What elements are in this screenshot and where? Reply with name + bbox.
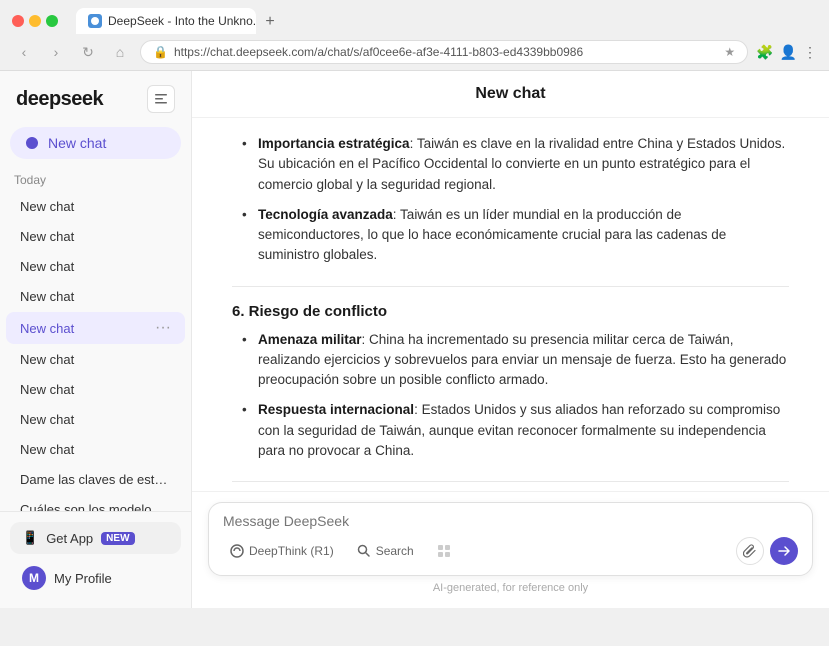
tab-title: DeepSeek - Into the Unkno... (108, 14, 256, 28)
new-chat-button[interactable]: New chat (10, 127, 181, 159)
sidebar-item-label: New chat (20, 382, 171, 397)
url-text: https://chat.deepseek.com/a/chat/s/af0ce… (174, 45, 718, 59)
sidebar-item[interactable]: New chat (6, 405, 185, 434)
sidebar-item-label: New chat (20, 442, 171, 457)
grid-icon-button[interactable] (430, 539, 458, 563)
sidebar-item-label: New chat (20, 412, 171, 427)
get-app-label: Get App (46, 531, 93, 546)
bullet-item: Importancia estratégica: Taiwán es clave… (242, 134, 789, 195)
send-button[interactable] (770, 537, 798, 565)
back-button[interactable]: ‹ (12, 40, 36, 64)
sidebar-item-label: New chat (20, 229, 171, 244)
content-section-strategic: Importancia estratégica: Taiwán es clave… (232, 134, 789, 266)
sidebar-item-label: New chat (20, 259, 171, 274)
menu-icon[interactable]: ⋮ (803, 44, 817, 61)
section-heading: 6. Riesgo de conflicto (232, 303, 789, 320)
section-divider (232, 286, 789, 287)
refresh-button[interactable]: ↻ (76, 40, 100, 64)
minimize-button[interactable] (29, 15, 41, 27)
sidebar-item[interactable]: New chat (6, 282, 185, 311)
attach-button[interactable] (736, 537, 764, 565)
sidebar-item[interactable]: New chat (6, 192, 185, 221)
tab-favicon (88, 14, 102, 28)
input-box: DeepThink (R1) Search (208, 502, 813, 576)
message-input[interactable] (223, 513, 798, 529)
maximize-button[interactable] (46, 15, 58, 27)
forward-button[interactable]: › (44, 40, 68, 64)
bullet-item: Tecnología avanzada: Taiwán es un líder … (242, 205, 789, 266)
sidebar-toggle-button[interactable] (147, 85, 175, 113)
bullet-item: Amenaza militar: China ha incrementado s… (242, 330, 789, 391)
home-button[interactable]: ⌂ (108, 40, 132, 64)
sidebar-items-list: New chat New chat New chat New chat New … (0, 191, 191, 511)
sidebar-item-label: New chat (20, 321, 155, 336)
deep-think-label: DeepThink (R1) (249, 544, 334, 558)
sidebar-item[interactable]: New chat (6, 252, 185, 281)
search-button[interactable]: Search (350, 539, 420, 563)
ai-disclaimer: AI-generated, for reference only (208, 582, 813, 594)
profile-icon[interactable]: 👤 (780, 44, 797, 61)
deep-think-button[interactable]: DeepThink (R1) (223, 539, 340, 563)
sidebar: deepseek New chat Today New chat New cha… (0, 71, 192, 608)
content-section-conflict: 6. Riesgo de conflicto Amenaza militar: … (232, 303, 789, 462)
sidebar-item[interactable]: New chat (6, 222, 185, 251)
extensions-icon[interactable]: 🧩 (756, 44, 773, 61)
profile-label: My Profile (54, 571, 112, 586)
sidebar-item[interactable]: New chat (6, 345, 185, 374)
sidebar-item-label: New chat (20, 289, 171, 304)
sidebar-item[interactable]: New chat (6, 435, 185, 464)
phone-icon: 📱 (22, 530, 38, 546)
app-logo: deepseek (16, 88, 103, 111)
sidebar-item-active[interactable]: New chat ··· (6, 312, 185, 344)
item-options-icon[interactable]: ··· (155, 319, 171, 337)
main-content: New chat Importancia estratégica: Taiwán… (192, 71, 829, 608)
new-badge: NEW (101, 532, 134, 545)
sidebar-item-label: Dame las claves de este artícu... (20, 472, 171, 487)
input-right-buttons (736, 537, 798, 565)
bullet-item: Respuesta internacional: Estados Unidos … (242, 400, 789, 461)
sidebar-item[interactable]: Dame las claves de este artícu... (6, 465, 185, 494)
sidebar-item-label: New chat (20, 352, 171, 367)
profile-button[interactable]: M My Profile (10, 558, 181, 598)
sidebar-item-label: New chat (20, 199, 171, 214)
new-chat-label: New chat (48, 135, 106, 151)
sidebar-item[interactable]: Cuáles son los modelos actuale... (6, 495, 185, 511)
get-app-button[interactable]: 📱 Get App NEW (10, 522, 181, 554)
input-actions: DeepThink (R1) Search (223, 537, 798, 565)
close-button[interactable] (12, 15, 24, 27)
browser-tab[interactable]: DeepSeek - Into the Unkno... ✕ (76, 8, 256, 34)
new-tab-button[interactable]: + (258, 10, 282, 34)
chat-input-area: DeepThink (R1) Search (192, 491, 829, 608)
search-label: Search (376, 544, 414, 558)
chat-body[interactable]: Importancia estratégica: Taiwán es clave… (192, 118, 829, 491)
section-today-label: Today (0, 169, 191, 191)
avatar: M (22, 566, 46, 590)
section-divider (232, 481, 789, 482)
sidebar-item-label: Cuáles son los modelos actuale... (20, 502, 171, 511)
chat-title: New chat (192, 71, 829, 118)
address-bar[interactable]: 🔒 https://chat.deepseek.com/a/chat/s/af0… (140, 40, 748, 64)
sidebar-item[interactable]: New chat (6, 375, 185, 404)
